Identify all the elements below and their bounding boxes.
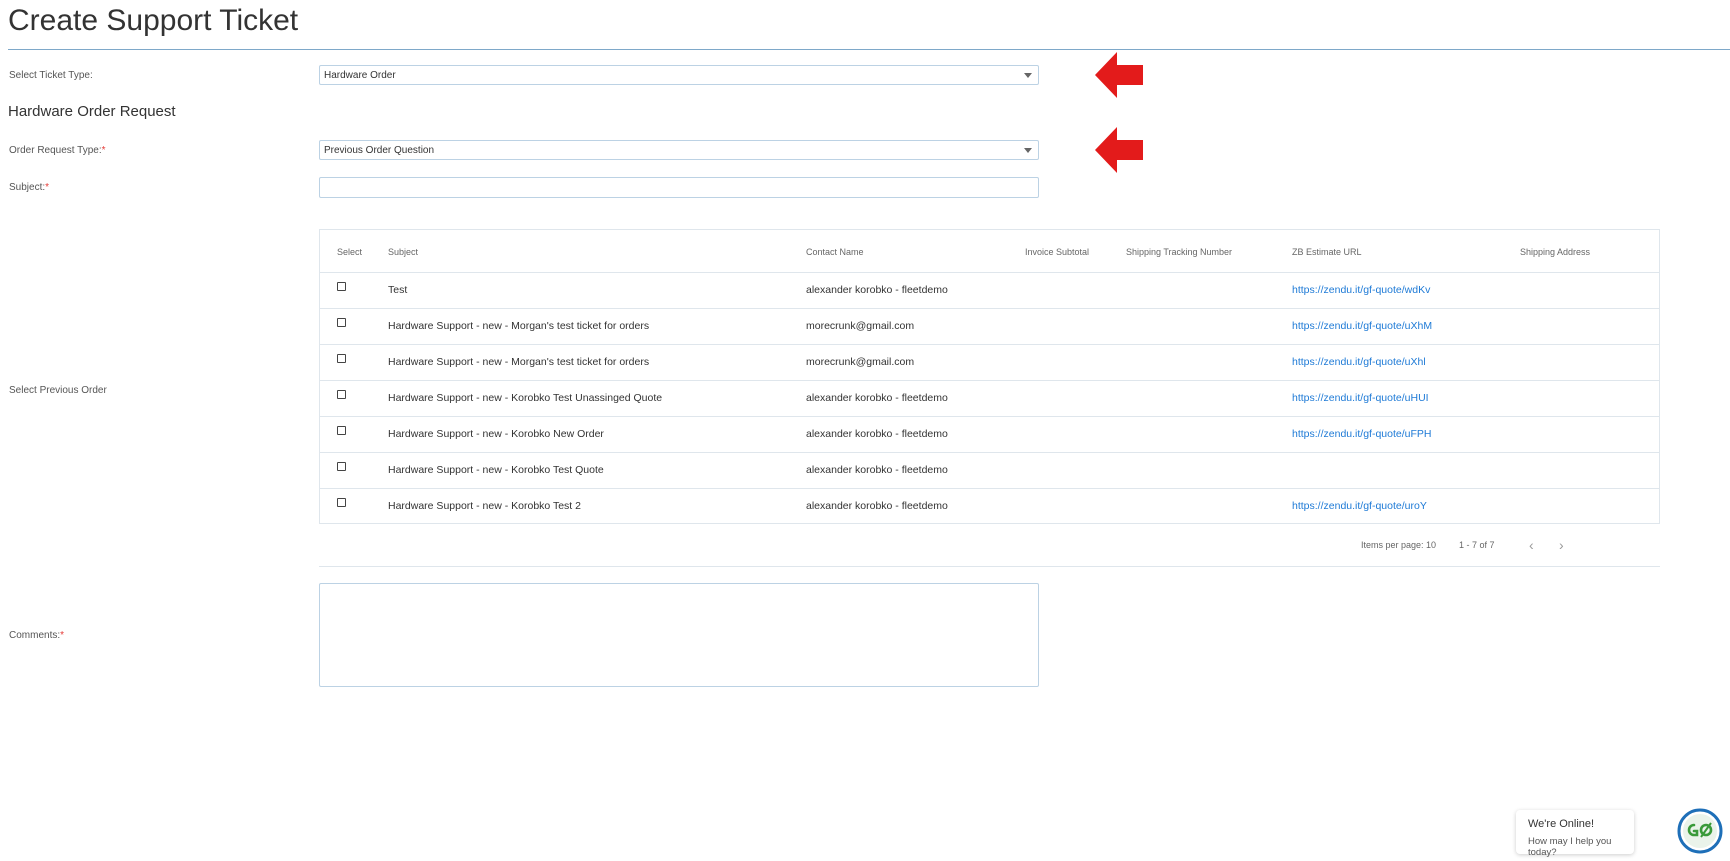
row-checkbox[interactable]	[337, 498, 346, 507]
row-contact: morecrunk@gmail.com	[806, 356, 915, 368]
table-row[interactable]: Hardware Support - new - Korobko Test 2 …	[320, 488, 1659, 525]
row-estimate-link[interactable]: https://zendu.it/gf-quote/wdKv	[1292, 284, 1430, 296]
required-mark: *	[45, 182, 50, 193]
table-row[interactable]: Hardware Support - new - Morgan's test t…	[320, 308, 1659, 345]
comments-label: Comments:*	[9, 630, 64, 641]
row-checkbox[interactable]	[337, 390, 346, 399]
chat-bubble[interactable]: We're Online! How may I help you today?	[1516, 810, 1634, 858]
section-heading: Hardware Order Request	[8, 103, 176, 120]
chevron-right-icon[interactable]: ›	[1559, 537, 1564, 553]
row-estimate-link[interactable]: https://zendu.it/gf-quote/uroY	[1292, 500, 1427, 512]
column-header[interactable]: Shipping Address	[1520, 247, 1590, 257]
ticket-type-select[interactable]: Hardware Order	[319, 65, 1039, 85]
row-checkbox[interactable]	[337, 318, 346, 327]
go-logo-icon[interactable]	[1677, 808, 1723, 854]
required-mark: *	[60, 630, 65, 641]
order-request-type-label: Order Request Type:*	[9, 145, 106, 156]
red-arrow-left-icon	[1095, 52, 1143, 98]
row-checkbox[interactable]	[337, 354, 346, 363]
order-request-type-value: Previous Order Question	[324, 145, 435, 156]
chevron-left-icon[interactable]: ‹	[1529, 537, 1534, 553]
ticket-type-value: Hardware Order	[324, 70, 396, 81]
row-contact: alexander korobko - fleetdemo	[806, 392, 948, 404]
row-estimate-link[interactable]: https://zendu.it/gf-quote/uFPH	[1292, 428, 1432, 440]
dropdown-caret-icon	[1024, 73, 1032, 78]
subject-label-text: Subject:	[9, 182, 46, 193]
previous-order-table: Select Subject Contact Name Invoice Subt…	[319, 229, 1660, 524]
row-checkbox[interactable]	[337, 426, 346, 435]
order-request-type-label-text: Order Request Type:	[9, 145, 102, 156]
table-paginator: Items per page: 10 1 - 7 of 7 ‹ ›	[319, 525, 1660, 567]
row-subject: Test	[388, 284, 408, 296]
row-checkbox[interactable]	[337, 282, 346, 291]
row-contact: alexander korobko - fleetdemo	[806, 284, 948, 296]
row-checkbox[interactable]	[337, 462, 346, 471]
items-per-page[interactable]: Items per page: 10	[1361, 540, 1436, 550]
table-row[interactable]: Hardware Support - new - Morgan's test t…	[320, 344, 1659, 381]
page-range: 1 - 7 of 7	[1459, 540, 1495, 550]
row-estimate-link[interactable]: https://zendu.it/gf-quote/uXhl	[1292, 356, 1426, 368]
title-divider	[8, 49, 1730, 50]
subject-input[interactable]	[319, 177, 1039, 198]
order-request-type-select[interactable]: Previous Order Question	[319, 140, 1039, 160]
row-contact: alexander korobko - fleetdemo	[806, 428, 948, 440]
row-contact: morecrunk@gmail.com	[806, 320, 915, 332]
column-header: Select	[337, 247, 363, 257]
table-row[interactable]: Hardware Support - new - Korobko New Ord…	[320, 416, 1659, 453]
chat-title: We're Online!	[1528, 818, 1595, 830]
row-subject: Hardware Support - new - Morgan's test t…	[388, 320, 650, 332]
column-header[interactable]: Subject	[388, 247, 418, 257]
row-subject: Hardware Support - new - Morgan's test t…	[388, 356, 650, 368]
row-subject: Hardware Support - new - Korobko New Ord…	[388, 428, 604, 440]
row-subject: Hardware Support - new - Korobko Test 2	[388, 500, 581, 512]
table-row[interactable]: Test alexander korobko - fleetdemo https…	[320, 272, 1659, 309]
previous-order-label: Select Previous Order	[9, 385, 107, 396]
row-contact: alexander korobko - fleetdemo	[806, 464, 948, 476]
table-row[interactable]: Hardware Support - new - Korobko Test Un…	[320, 380, 1659, 417]
row-estimate-link[interactable]: https://zendu.it/gf-quote/uHUI	[1292, 392, 1429, 404]
dropdown-caret-icon	[1024, 148, 1032, 153]
ticket-type-label: Select Ticket Type:	[9, 70, 93, 81]
column-header[interactable]: Shipping Tracking Number	[1126, 247, 1232, 257]
comments-textarea[interactable]	[319, 583, 1039, 687]
column-header[interactable]: ZB Estimate URL	[1292, 247, 1362, 257]
required-mark: *	[101, 145, 106, 156]
row-subject: Hardware Support - new - Korobko Test Qu…	[388, 464, 604, 476]
page-title: Create Support Ticket	[8, 4, 299, 37]
row-estimate-link[interactable]: https://zendu.it/gf-quote/uXhM	[1292, 320, 1432, 332]
red-arrow-left-icon	[1095, 127, 1143, 173]
row-contact: alexander korobko - fleetdemo	[806, 500, 948, 512]
column-header[interactable]: Contact Name	[806, 247, 864, 257]
row-subject: Hardware Support - new - Korobko Test Un…	[388, 392, 663, 404]
column-header[interactable]: Invoice Subtotal	[1025, 247, 1089, 257]
comments-label-text: Comments:	[9, 630, 61, 641]
chat-subtitle: How may I help you today?	[1528, 836, 1612, 858]
subject-label: Subject:*	[9, 182, 49, 193]
table-row[interactable]: Hardware Support - new - Korobko Test Qu…	[320, 452, 1659, 489]
